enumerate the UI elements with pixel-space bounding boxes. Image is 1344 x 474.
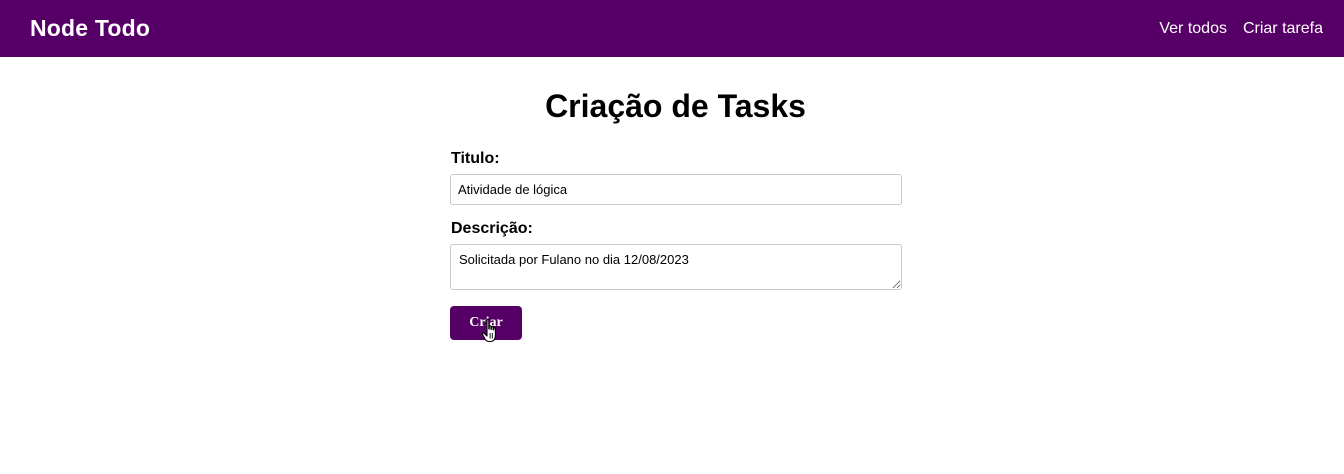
title-input[interactable] bbox=[450, 174, 902, 205]
navbar: Node Todo Ver todos Criar tarefa bbox=[0, 0, 1344, 57]
nav-link-ver-todos[interactable]: Ver todos bbox=[1159, 20, 1227, 38]
nav-links: Ver todos Criar tarefa bbox=[1159, 20, 1323, 38]
nav-link-criar-tarefa[interactable]: Criar tarefa bbox=[1243, 20, 1323, 38]
create-button[interactable]: Criar bbox=[450, 306, 522, 340]
description-textarea[interactable]: Solicitada por Fulano no dia 12/08/2023 bbox=[450, 244, 902, 290]
description-label: Descrição: bbox=[451, 220, 533, 237]
page-title: Criação de Tasks bbox=[545, 88, 806, 124]
task-form: Titulo: Descrição: Solicitada por Fulano… bbox=[450, 150, 902, 340]
brand-link[interactable]: Node Todo bbox=[30, 15, 150, 42]
title-label: Titulo: bbox=[451, 150, 500, 167]
